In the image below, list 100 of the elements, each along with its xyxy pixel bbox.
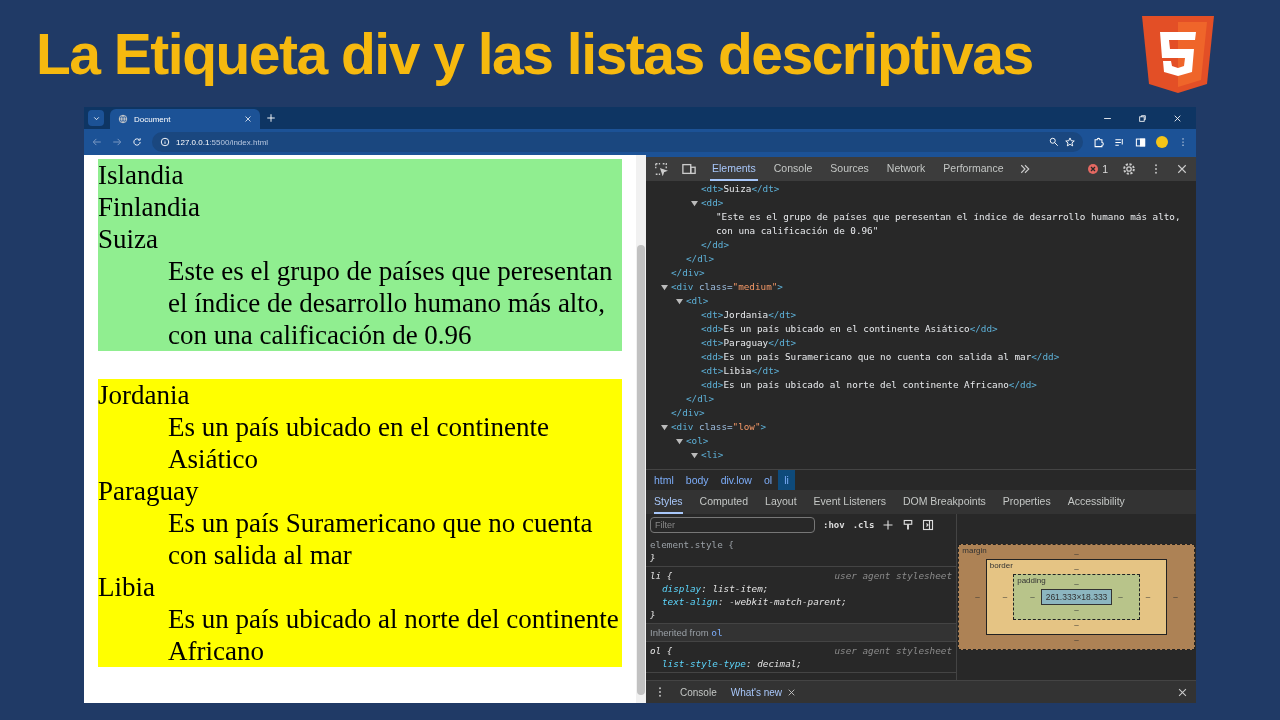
css-brace: } (650, 609, 656, 620)
tab-title: Document (134, 114, 172, 124)
expanded-arrow-icon[interactable] (676, 297, 683, 305)
toggle-link[interactable]: :hov (823, 520, 845, 530)
dom-line: <dt>Jordania</dt> (701, 308, 798, 322)
media-icon[interactable] (1114, 136, 1125, 148)
error-count[interactable]: 1 (1088, 163, 1108, 175)
filter-field[interactable]: Filter (650, 517, 815, 533)
box-value: – (1074, 579, 1079, 589)
breadcrumb-item[interactable]: div.low (714, 470, 758, 490)
styles-tab[interactable]: Accessibility (1067, 490, 1125, 514)
term-text: Islandia (98, 159, 185, 191)
description-text: Es un país ubicado en el continente Asiático (168, 411, 550, 475)
box-value: – (1074, 635, 1079, 645)
term-text: Libia (98, 571, 156, 603)
css-selector: li { (650, 569, 673, 582)
settings-icon[interactable] (1122, 162, 1136, 176)
dom-line: <dt>Libia</dt> (701, 364, 781, 378)
expanded-arrow-icon[interactable] (676, 437, 683, 445)
browser-tab[interactable]: Document (110, 109, 260, 129)
dom-line: </dd> (701, 238, 730, 252)
dom-line: </dl> (686, 392, 715, 406)
inspect-icon[interactable] (654, 162, 668, 176)
toggle-link[interactable]: .cls (852, 520, 875, 530)
drawer-tab[interactable]: What's new (730, 686, 797, 698)
styles-tab[interactable]: Layout (765, 490, 797, 514)
reload-icon[interactable] (132, 137, 142, 147)
expanded-arrow-icon[interactable] (691, 451, 698, 459)
star-icon[interactable] (1065, 137, 1075, 147)
drawer-tab[interactable]: Console (680, 686, 717, 698)
expanded-arrow-icon[interactable] (661, 423, 668, 431)
styles-tab[interactable]: Computed (699, 490, 749, 514)
description-text: Es un país ubicado al norte del continente Africano (168, 603, 620, 667)
zoom-icon[interactable] (1049, 137, 1059, 147)
breadcrumb-item[interactable]: html (648, 470, 680, 490)
address-bar[interactable]: 127.0.0.1:5500/index.html (152, 132, 1083, 152)
term-text: Jordania (98, 379, 191, 411)
close-icon[interactable] (787, 687, 797, 697)
dom-line: <dd>Es un país Suramericano que no cuenta con salida al mar</dd> (701, 350, 1061, 364)
sidebar-icon[interactable] (1135, 136, 1146, 148)
dom-line: <dl> (686, 294, 710, 308)
breadcrumb-item[interactable]: ol (757, 470, 779, 490)
css-selector: ol { (650, 644, 673, 657)
css-declaration: list-style-type: decimal; (661, 657, 803, 670)
close-icon[interactable] (1176, 163, 1188, 175)
box-value: – (1145, 592, 1151, 602)
dom-line: <dt>Paraguay</dt> (701, 336, 798, 350)
devtools-tab[interactable]: Performance (941, 157, 1006, 181)
box-value: – (975, 592, 980, 602)
devtools-tab[interactable]: Sources (828, 157, 871, 181)
css-declaration: text-align: -webkit-match-parent; (661, 595, 848, 608)
devtools-tab[interactable]: Elements (710, 157, 758, 181)
css-selector: element.style { (650, 538, 734, 551)
devtools-tab[interactable]: Console (771, 157, 815, 181)
styles-tab[interactable]: Event Listeners (813, 490, 886, 514)
plus-icon[interactable] (882, 519, 895, 531)
breadcrumb-item[interactable]: li (778, 470, 795, 490)
styles-tab[interactable]: Properties (1002, 490, 1051, 514)
inherited-source-link[interactable]: ol (711, 627, 723, 638)
puzzle-icon[interactable] (1093, 136, 1104, 148)
dom-line: <dt>Suiza</dt> (701, 182, 781, 196)
term-text: Paraguay (98, 475, 200, 507)
rule-origin: user agent stylesheet (834, 569, 952, 582)
box-label: padding (1017, 576, 1046, 585)
dom-line: <dd>Es un país ubicado al norte del continente Africano</dd> (701, 378, 1038, 392)
scrollbar[interactable] (636, 155, 646, 703)
sidebar-toggle-icon[interactable] (922, 519, 935, 531)
dom-line: </div> (671, 406, 706, 420)
expanded-arrow-icon[interactable] (661, 283, 668, 291)
box-value: – (1074, 549, 1079, 559)
box-value: – (1074, 620, 1079, 630)
restore-icon[interactable] (1138, 113, 1147, 123)
dom-line: </dl> (686, 252, 715, 266)
dom-line: "Este es el grupo de países que peresentan el índice de desarrollo humano más alto, con una calificación de 0.96" (716, 210, 1182, 238)
term-text: Finlandia (98, 191, 201, 223)
styles-tab[interactable]: Styles (654, 490, 683, 514)
box-value: – (1118, 592, 1123, 602)
dom-line: <dd>Es un país ubicado en el continente Asiático</dd> (701, 322, 999, 336)
rule-origin: user agent stylesheet (834, 644, 952, 657)
term-text: Suiza (98, 223, 159, 255)
breadcrumb-item[interactable]: body (679, 470, 715, 490)
paint-roller-icon[interactable] (902, 519, 915, 531)
styles-tab[interactable]: DOM Breakpoints (902, 490, 986, 514)
box-label: margin (962, 546, 987, 555)
expanded-arrow-icon[interactable] (691, 199, 698, 207)
device-icon[interactable] (682, 162, 696, 176)
info-icon (160, 137, 170, 147)
url-text: 127.0.0.1:5500/index.html (176, 137, 269, 147)
content-size: 261.333×18.333 (1040, 589, 1113, 605)
dom-line: <li> (701, 448, 725, 462)
box-value: – (1173, 592, 1178, 602)
inherited-label: Inherited from (650, 627, 709, 638)
description-text: Es un país Suramericano que no cuenta con salida al mar (168, 507, 594, 571)
dom-line: <dd> (701, 196, 725, 210)
avatar-icon[interactable] (1156, 136, 1168, 148)
box-value: – (1074, 564, 1079, 574)
chevron-double-right-icon[interactable] (1019, 163, 1032, 175)
close-icon[interactable] (1177, 686, 1188, 698)
devtools-tab[interactable]: Network (884, 157, 928, 181)
globe-icon (118, 114, 128, 124)
